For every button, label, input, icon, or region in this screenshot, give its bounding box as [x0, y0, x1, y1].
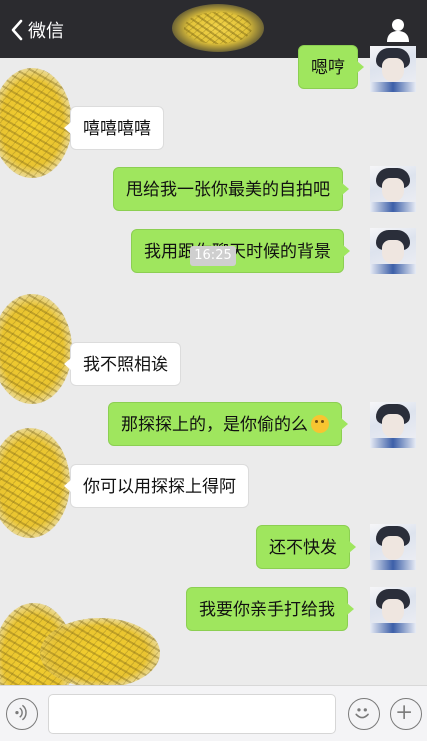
back-button[interactable]: 微信 — [10, 17, 64, 43]
voice-icon — [15, 704, 27, 721]
chat-area[interactable]: 嗯哼 嘻嘻嘻嘻 甩给我一张你最美的自拍吧 我用跟你聊天时候的背景 16:25 我… — [0, 45, 427, 713]
my-avatar[interactable] — [370, 166, 416, 212]
person-icon[interactable] — [384, 16, 412, 44]
my-avatar[interactable] — [370, 524, 416, 570]
timestamp-badge: 16:25 — [190, 246, 236, 266]
thinking-face-emoji-icon — [311, 415, 329, 433]
blurred-message-content — [40, 618, 160, 688]
my-message-bubble[interactable]: 嗯哼 — [298, 45, 364, 89]
my-avatar[interactable] — [370, 228, 416, 274]
contact-avatar-blurred[interactable] — [0, 428, 70, 538]
my-avatar[interactable] — [370, 46, 416, 92]
my-message-bubble[interactable]: 我用跟你聊天时候的背景 — [131, 229, 350, 273]
their-message-bubble[interactable]: 嘻嘻嘻嘻 — [64, 106, 164, 150]
my-avatar[interactable] — [370, 587, 416, 633]
my-message-bubble[interactable]: 甩给我一张你最美的自拍吧 — [113, 167, 349, 211]
my-avatar[interactable] — [370, 402, 416, 448]
message-input[interactable] — [48, 694, 336, 734]
contact-name-blurred — [172, 4, 264, 52]
plus-icon — [397, 705, 411, 719]
top-nav-bar: 微信 — [0, 0, 427, 58]
input-bar — [0, 685, 427, 741]
message-text: 那探探上的，是你偷的么 — [121, 415, 308, 435]
emoji-icon — [355, 708, 369, 719]
back-label: 微信 — [28, 21, 64, 42]
their-message-bubble[interactable]: 我不照相诶 — [64, 342, 181, 386]
contact-avatar-blurred[interactable] — [0, 294, 72, 404]
my-message-bubble[interactable]: 我要你亲手打给我 — [186, 587, 354, 631]
my-message-bubble[interactable]: 那探探上的，是你偷的么 — [108, 402, 348, 446]
their-message-bubble[interactable]: 你可以用探探上得阿 — [64, 464, 249, 508]
emoji-button[interactable] — [348, 698, 380, 730]
chevron-left-icon — [11, 19, 23, 41]
more-button[interactable] — [390, 698, 422, 730]
voice-button[interactable] — [6, 698, 38, 730]
my-message-bubble[interactable]: 还不快发 — [256, 525, 356, 569]
contact-avatar-blurred[interactable] — [0, 68, 72, 178]
